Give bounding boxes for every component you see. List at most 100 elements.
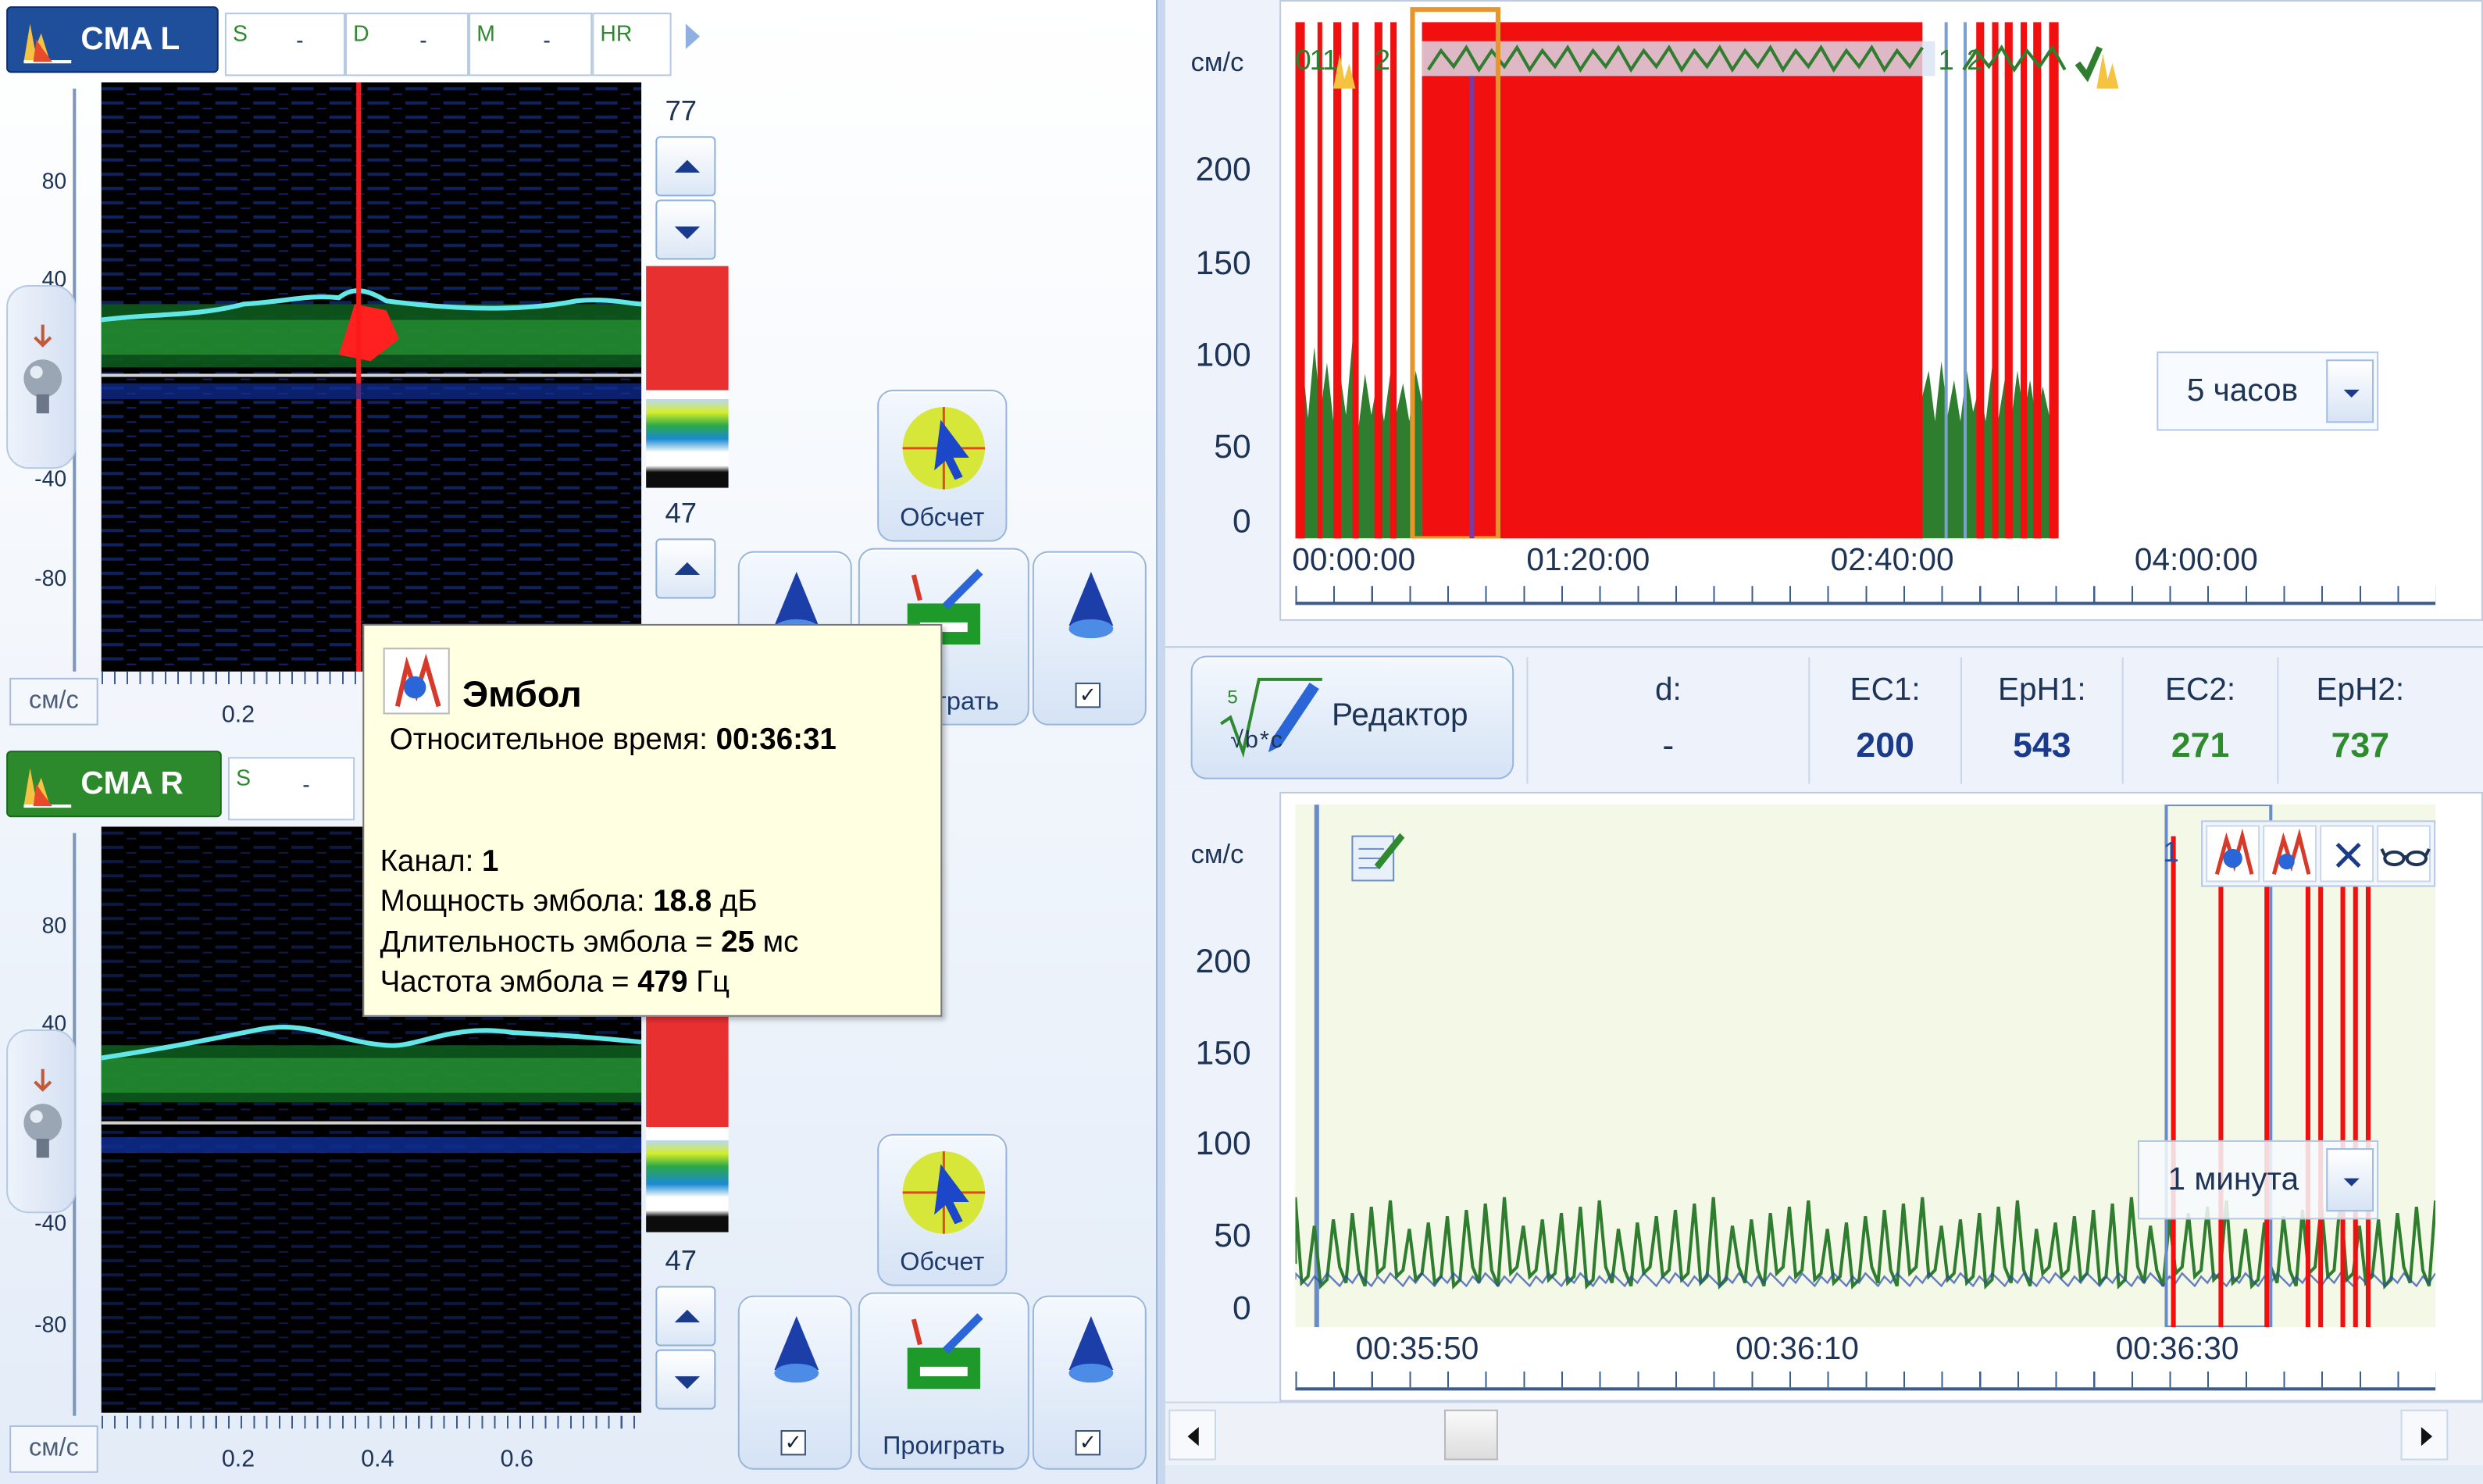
y-tick: 0: [1232, 503, 1251, 540]
tooltip-relative-time: Относительное время: 00:36:31: [389, 723, 837, 758]
x-tick: 00:00:00: [1292, 543, 1416, 579]
glasses-icon: [2380, 847, 2431, 867]
y-tick: 150: [1195, 245, 1251, 282]
overview-unit: см/с: [1190, 47, 1244, 78]
channel-tab-label: CMA R: [80, 766, 184, 802]
target-cursor-icon: [902, 407, 986, 490]
overview-range-select[interactable]: 5 часов: [2157, 351, 2379, 431]
scroll-thumb[interactable]: [1443, 1409, 1498, 1461]
play-tape-icon: [907, 1313, 983, 1389]
view-button[interactable]: [2377, 825, 2431, 883]
probe-knob-bottom[interactable]: [6, 1029, 77, 1214]
unit-box: см/с: [9, 677, 98, 726]
overview-plot[interactable]: 0 1 1 2 1 2: [1295, 6, 2436, 539]
x-tick: 0.2: [221, 1446, 255, 1473]
channel-tab-label: CMA L: [80, 22, 180, 57]
y-tick: -80: [34, 1311, 67, 1337]
channel-tab-cma-r[interactable]: CMA R: [6, 751, 222, 818]
y-tick: 100: [1195, 1125, 1251, 1163]
overview-range-value: 5 часов: [2186, 373, 2299, 409]
speaker-icon: [1068, 1316, 1114, 1383]
volume-right-checkbox[interactable]: ✓: [1075, 1430, 1101, 1456]
tooltip-power: Мощность эмбола: 18.8 дБ: [380, 885, 758, 919]
tooltip-frequency: Частота эмбола = 479 Гц: [380, 965, 730, 1000]
embolus-tool-button[interactable]: [2206, 825, 2260, 883]
tooltip-duration: Длительность эмбола = 25 мс: [380, 926, 799, 960]
param-m: M -: [469, 12, 593, 77]
dropdown-button[interactable]: [2326, 1148, 2374, 1212]
param-hr: HR: [592, 12, 672, 77]
x-tick: 04:00:00: [2134, 543, 2258, 579]
detail-unit: см/с: [1190, 839, 1244, 870]
scale-up-button[interactable]: [655, 538, 716, 599]
y-tick: 150: [1195, 1036, 1251, 1072]
arrow-left-icon: [1187, 1426, 1199, 1447]
probe-knob-top[interactable]: [6, 284, 77, 469]
delete-button[interactable]: [2320, 825, 2374, 883]
x-tick: 00:36:10: [1736, 1332, 1859, 1367]
unit-box: см/с: [9, 1425, 98, 1473]
y-tick: -80: [34, 565, 67, 591]
target-cursor-icon: [902, 1151, 986, 1234]
play-button-bottom[interactable]: Проиграть: [858, 1292, 1029, 1470]
scroll-right-icon[interactable]: [681, 22, 703, 50]
x-axis-ruler: [1295, 1371, 2436, 1391]
y-tick: -40: [34, 466, 67, 491]
arrow-right-icon: [2421, 1426, 2433, 1447]
scroll-right-button[interactable]: [2400, 1409, 2449, 1461]
color-scale-bottom[interactable]: [646, 1013, 729, 1233]
embolus-icon: [394, 653, 441, 708]
count-button[interactable]: Обсчет: [877, 389, 1008, 542]
color-scale-top[interactable]: [646, 266, 729, 488]
stat-eph1: EpH1: 543: [1960, 657, 2122, 784]
edit-note-icon[interactable]: [1349, 823, 1406, 886]
x-axis-ruler: [101, 1415, 642, 1429]
probe-icon: [23, 324, 62, 414]
param-s: S -: [227, 757, 355, 821]
scale-down-button[interactable]: [655, 199, 716, 260]
detail-range-select[interactable]: 1 минута: [2137, 1140, 2379, 1220]
embolus-icon: [2214, 828, 2254, 875]
y-tick: 80: [41, 911, 67, 938]
x-tick: 0.4: [361, 1446, 394, 1473]
arrow-up-icon: [674, 562, 701, 576]
y-tick: 200: [1195, 944, 1251, 981]
arrow-up-icon: [674, 159, 701, 173]
scale-up-button[interactable]: [655, 136, 716, 197]
volume-left-checkbox[interactable]: ✓: [780, 1430, 806, 1456]
embolus-tooltip: Эмбол Относительное время: 00:36:31 Кана…: [362, 623, 943, 1017]
close-icon: [2335, 842, 2361, 868]
scale-down-button[interactable]: [655, 1349, 716, 1410]
y-tick: 0: [1232, 1290, 1251, 1328]
arrow-up-icon: [674, 1309, 701, 1323]
tooltip-icon-box: [383, 647, 450, 715]
x-tick: 0.6: [500, 1446, 533, 1473]
count-button-label: Обсчет: [900, 1249, 985, 1277]
bottom-strip: [1165, 1464, 2483, 1484]
stat-eph2: EpH2: 737: [2277, 657, 2442, 784]
editor-button[interactable]: 5 √b*c Редактор: [1190, 655, 1514, 779]
scale-min: 47: [665, 1244, 697, 1277]
chevron-down-icon: [2343, 389, 2360, 398]
embolus-toolbar: [2201, 820, 2436, 887]
dropdown-button[interactable]: [2326, 359, 2374, 423]
stat-ec1: EC1: 200: [1808, 657, 1960, 784]
play-button-label: Проиграть: [883, 1433, 1005, 1461]
panel-divider[interactable]: [1156, 0, 1166, 1484]
volume-right-checkbox[interactable]: ✓: [1075, 682, 1101, 708]
count-button[interactable]: Обсчет: [877, 1133, 1008, 1286]
scale-up-button[interactable]: [655, 1286, 716, 1347]
volume-right-button[interactable]: ✓: [1032, 551, 1147, 726]
x-axis-ruler: [1295, 586, 2436, 605]
volume-left-button[interactable]: ✓: [737, 1295, 852, 1470]
horizontal-scrollbar[interactable]: [1165, 1401, 2483, 1465]
marker-label: 1: [2163, 836, 2179, 869]
arrow-down-icon: [674, 1376, 701, 1389]
channel-tab-cma-l[interactable]: CMA L: [6, 6, 219, 73]
y-tick: 200: [1195, 152, 1251, 189]
spectrogram-top[interactable]: [101, 82, 642, 672]
scroll-left-button[interactable]: [1168, 1409, 1217, 1461]
volume-right-button[interactable]: ✓: [1032, 1295, 1147, 1470]
x-tick: 0.2: [221, 701, 255, 729]
embolus-tool-button[interactable]: [2263, 825, 2317, 883]
